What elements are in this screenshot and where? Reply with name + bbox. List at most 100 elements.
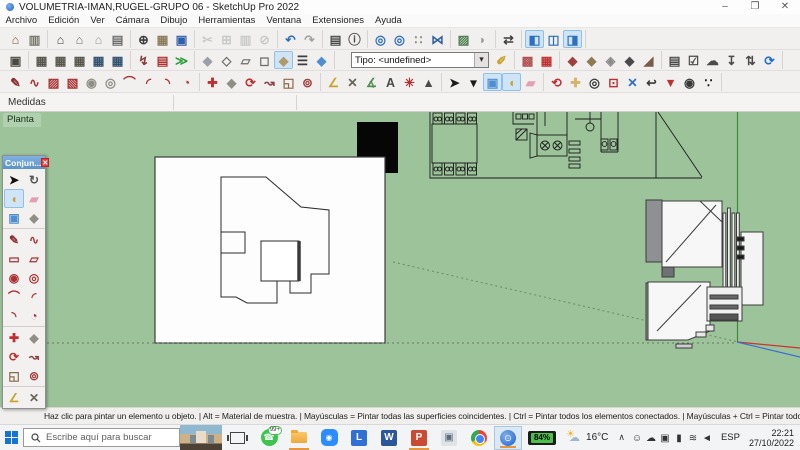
- text-icon[interactable]: A: [381, 73, 400, 91]
- style-paintbrush-icon[interactable]: ✐: [492, 51, 511, 69]
- sync-model-icon[interactable]: ⇅: [741, 51, 760, 69]
- circle-icon[interactable]: ◉: [4, 268, 24, 287]
- cut-icon[interactable]: ✂: [198, 30, 217, 48]
- paint-bucket-icon[interactable]: ◖: [502, 72, 521, 91]
- three-point-arc-icon[interactable]: ◝: [158, 73, 177, 91]
- chevron-down-icon[interactable]: ▾: [474, 53, 488, 67]
- material-frame-icon[interactable]: ▦: [537, 51, 556, 69]
- scale-icon[interactable]: ◱: [279, 73, 298, 91]
- task-view-button[interactable]: [227, 431, 248, 444]
- style-xray-icon[interactable]: ◆: [312, 51, 331, 69]
- home-icon[interactable]: ⌂: [89, 30, 108, 48]
- large-paint-icon[interactable]: ⌂: [6, 30, 25, 48]
- menu-ventana[interactable]: Ventana: [261, 14, 307, 28]
- section-1-icon[interactable]: ▦: [32, 51, 51, 69]
- tape-measure-icon[interactable]: ∠: [4, 388, 24, 407]
- scale-icon[interactable]: ◱: [4, 366, 24, 385]
- paste-icon[interactable]: ▥: [236, 30, 255, 48]
- contact-person-icon[interactable]: ☺: [630, 431, 644, 445]
- tape-measure-icon[interactable]: ∠: [324, 73, 343, 91]
- copy-icon[interactable]: ⊞: [217, 30, 236, 48]
- walk-icon[interactable]: ∵: [699, 73, 718, 91]
- material-board-icon[interactable]: ▤: [153, 51, 172, 69]
- taskbar-search[interactable]: [23, 428, 180, 447]
- floor-plan-panel[interactable]: [154, 156, 386, 344]
- taskbar-app-chrome[interactable]: ●: [464, 425, 494, 450]
- two-point-arc-icon[interactable]: ◜: [139, 73, 158, 91]
- menu-camara[interactable]: Cámara: [110, 14, 155, 28]
- rectangle-icon[interactable]: ▨: [44, 73, 63, 91]
- taskbar-app-powerpoint[interactable]: P: [404, 425, 434, 450]
- menu-herramientas[interactable]: Herramientas: [193, 14, 261, 28]
- delete-icon[interactable]: ⊘: [255, 30, 274, 48]
- previous-view-icon[interactable]: ↩: [642, 73, 661, 91]
- push-pull-icon[interactable]: ◆: [24, 328, 44, 347]
- eraser-icon[interactable]: ▰: [521, 73, 540, 91]
- component-icon[interactable]: ▣: [4, 208, 24, 227]
- pie-icon[interactable]: ◔: [24, 306, 44, 325]
- tray-expand-icon[interactable]: ∧: [618, 432, 625, 443]
- classifier-type-dropdown[interactable]: Tipo: <undefined> ▾: [351, 52, 489, 68]
- style-wireframe-icon[interactable]: ◇: [217, 51, 236, 69]
- flip-icon[interactable]: ⋈: [428, 30, 447, 48]
- volume-icon[interactable]: ◄: [700, 431, 714, 445]
- search-highlight-thumbnail[interactable]: [180, 424, 222, 450]
- zoom-materials-icon[interactable]: ◎: [371, 30, 390, 48]
- arc-icon[interactable]: ⌒: [4, 287, 24, 306]
- view-front-icon[interactable]: ◨: [563, 29, 582, 48]
- sandbox-5-icon[interactable]: ◢: [639, 51, 658, 69]
- sandbox-4-icon[interactable]: ◆: [620, 51, 639, 69]
- rotate-icon[interactable]: ⟳: [4, 347, 24, 366]
- network-wifi-icon[interactable]: ≋: [686, 431, 700, 445]
- model-download-icon[interactable]: ↧: [722, 51, 741, 69]
- weather-widget[interactable]: ☀ ☁ 16°C: [566, 429, 608, 445]
- zoom-icon[interactable]: ◎: [585, 73, 604, 91]
- move-icon[interactable]: ✚: [203, 73, 222, 91]
- search-input[interactable]: [46, 432, 164, 443]
- paint-bucket-icon[interactable]: ◖: [4, 189, 24, 208]
- rotate-icon[interactable]: ⟳: [241, 73, 260, 91]
- material-sample-icon[interactable]: ▩: [518, 51, 537, 69]
- look-around-icon[interactable]: ◉: [680, 73, 699, 91]
- display-cast-icon[interactable]: ▣: [658, 431, 672, 445]
- push-tool-icon[interactable]: ◆: [24, 208, 44, 227]
- taskbar-app-file-explorer[interactable]: ▰: [284, 425, 314, 450]
- language-indicator[interactable]: ESP: [721, 432, 740, 443]
- select-icon[interactable]: ➤: [445, 73, 464, 91]
- select-icon[interactable]: ➤: [4, 170, 24, 189]
- open-icon[interactable]: ▦: [153, 30, 172, 48]
- style-shaded-icon[interactable]: ◆: [198, 51, 217, 69]
- section-3-icon[interactable]: ▦: [70, 51, 89, 69]
- axes-swap-icon[interactable]: ⇄: [499, 30, 518, 48]
- section-2-icon[interactable]: ▦: [51, 51, 70, 69]
- menu-edicion[interactable]: Edición: [43, 14, 85, 28]
- polygon-icon[interactable]: ◎: [24, 268, 44, 287]
- view-iso-icon[interactable]: ◧: [525, 29, 544, 48]
- eraser-icon[interactable]: ▰: [24, 189, 44, 208]
- drawing-canvas[interactable]: [0, 111, 800, 407]
- rotated-rectangle-icon[interactable]: ▱: [24, 249, 44, 268]
- zoom-extents-icon[interactable]: ✕: [623, 73, 642, 91]
- pie-icon[interactable]: ◔: [177, 73, 196, 91]
- sketch-undo-icon[interactable]: ↯: [134, 51, 153, 69]
- follow-me-icon[interactable]: ↝: [24, 347, 44, 366]
- menu-ver[interactable]: Ver: [85, 14, 110, 28]
- scene-tab-planta[interactable]: Planta: [3, 113, 41, 127]
- circle-icon[interactable]: ◉: [82, 73, 101, 91]
- line-pencil-icon[interactable]: ✎: [6, 73, 25, 91]
- three-point-arc-icon[interactable]: ◝: [4, 306, 24, 325]
- taskbar-app-l-app[interactable]: L: [344, 425, 374, 450]
- sandbox-2-icon[interactable]: ◆: [582, 51, 601, 69]
- menu-extensiones[interactable]: Extensiones: [307, 14, 370, 28]
- follow-me-icon[interactable]: ↝: [260, 73, 279, 91]
- start-button[interactable]: [0, 425, 22, 450]
- battery-percentage-widget[interactable]: 84%: [528, 430, 557, 445]
- menu-dibujo[interactable]: Dibujo: [155, 14, 193, 28]
- style-textured-icon[interactable]: ◆: [274, 51, 293, 69]
- refresh-model-icon[interactable]: ⟳: [760, 51, 779, 69]
- taskbar-app-photos[interactable]: ▣: [434, 425, 464, 450]
- orbit-mini-icon[interactable]: ↻: [24, 170, 44, 189]
- style-layers-icon[interactable]: ☰: [293, 51, 312, 69]
- freehand-icon[interactable]: ∿: [25, 73, 44, 91]
- style-hidden-line-icon[interactable]: ▱: [236, 51, 255, 69]
